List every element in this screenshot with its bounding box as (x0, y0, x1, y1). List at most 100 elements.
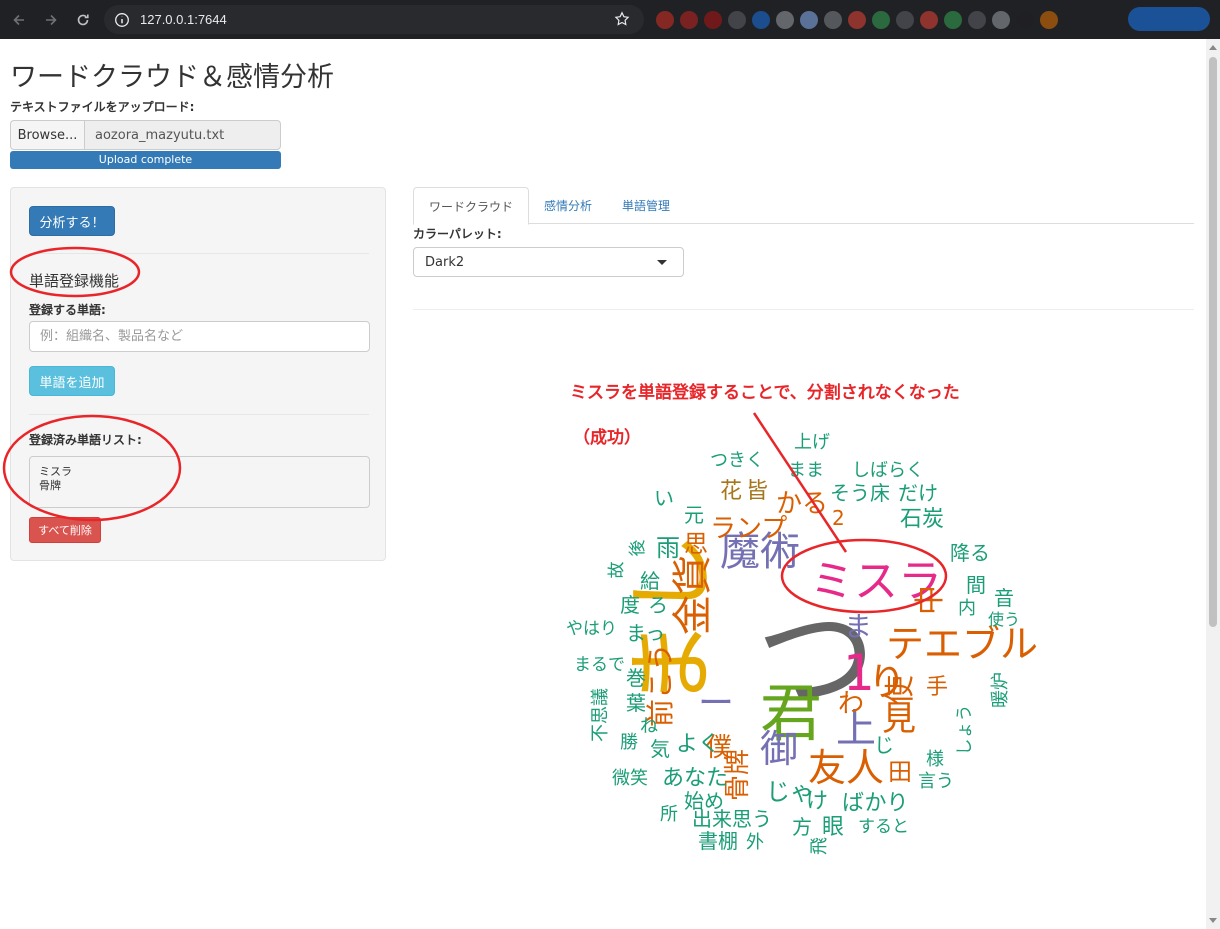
palette-label: カラーパレット: (413, 227, 502, 241)
scroll-up-icon[interactable] (1209, 45, 1217, 50)
extension-icon[interactable] (848, 10, 866, 29)
scroll-down-icon[interactable] (1209, 918, 1217, 923)
address-bar[interactable]: 127.0.0.1:7644 (104, 5, 644, 34)
sidebar-panel: 分析する！ 単語登録機能 登録する単語: 単語を追加 登録済み単語リスト: ミス… (10, 187, 386, 561)
cloud-word: 飛 (809, 837, 830, 855)
extension-icon[interactable] (992, 10, 1010, 29)
cloud-word: 度 (620, 593, 640, 617)
extension-icon[interactable] (1016, 10, 1034, 29)
cloud-word: 不思議 (590, 688, 611, 742)
cloud-word: まっ (626, 621, 665, 645)
extension-icon[interactable] (920, 10, 938, 29)
cloud-word: しょう (955, 705, 975, 756)
cloud-word: 微笑 (612, 768, 648, 789)
extension-icon[interactable] (824, 10, 842, 29)
extension-icon[interactable] (704, 10, 722, 29)
page-scrollbar[interactable] (1206, 39, 1220, 929)
cloud-word: ばかり (842, 791, 908, 816)
cloud-word: 手 (926, 675, 948, 700)
cloud-word: まるで (574, 655, 625, 675)
extension-icon[interactable] (896, 10, 914, 29)
cloud-word: 葉 (626, 691, 646, 715)
page-title: ワードクラウド＆感情分析 (10, 62, 334, 93)
site-info-icon[interactable] (114, 12, 130, 28)
cloud-word: わ (838, 689, 864, 719)
extension-icon[interactable] (776, 10, 794, 29)
upload-progress-bar: Upload complete (10, 151, 281, 169)
add-word-button[interactable]: 単語を追加 (29, 366, 115, 396)
extension-icon[interactable] (968, 10, 986, 29)
cloud-word: 音 (994, 586, 1014, 610)
cloud-word: 皆 (746, 479, 768, 504)
divider (413, 309, 1194, 310)
palette-selected-value: Dark2 (425, 254, 465, 270)
profile-button[interactable] (1128, 7, 1210, 31)
back-icon[interactable] (6, 7, 32, 33)
cloud-word: 巻 (626, 666, 646, 690)
cloud-word: 暖炉 (990, 672, 1011, 708)
extension-icons (656, 0, 1058, 39)
cloud-word: 田 (888, 758, 912, 786)
cloud-word: け (806, 789, 828, 814)
cloud-word: 上げ (794, 432, 830, 453)
extension-icon[interactable] (872, 10, 890, 29)
tab-sentiment[interactable]: 感情分析 (529, 187, 607, 224)
file-name-field: aozora_mazyutu.txt (84, 120, 281, 150)
delete-all-button[interactable]: すべて削除 (29, 517, 101, 543)
cloud-word: まま (788, 460, 824, 481)
forward-icon[interactable] (38, 7, 64, 33)
upload-label: テキストファイルをアップロード: (10, 100, 195, 114)
extension-icon[interactable] (800, 10, 818, 29)
extension-icon[interactable] (1040, 10, 1058, 29)
cloud-word: ま (844, 610, 872, 643)
cloud-word: 勝 (620, 732, 638, 753)
cloud-word: 降る (950, 541, 990, 565)
word-cloud: つ まし 君 ミスラ 魔術 金貨 テエブル 1 り 友人 上 御 見 ー わ 前… (566, 432, 1038, 855)
extension-icon[interactable] (728, 10, 746, 29)
cloud-word: 使う (988, 610, 1020, 629)
cloud-word: あなた (662, 766, 728, 791)
cloud-word: そう (830, 481, 870, 505)
cloud-word: 床 (870, 481, 890, 505)
cloud-word: 金貨 (670, 555, 716, 635)
cloud-word: じ (874, 733, 894, 757)
cloud-word: 後 (628, 540, 648, 557)
cloud-word: 所 (660, 804, 678, 825)
cloud-word: 花 (720, 479, 742, 504)
cloud-word: やはり (566, 619, 617, 639)
bookmark-star-icon[interactable] (614, 11, 630, 27)
divider (29, 414, 369, 415)
cloud-word: 眼 (822, 815, 844, 840)
extension-icon[interactable] (680, 10, 698, 29)
cloud-word: 雨 (656, 534, 680, 562)
word-input[interactable] (29, 321, 370, 352)
cloud-word: 外 (746, 832, 764, 853)
tab-wordcloud[interactable]: ワードクラウド (413, 187, 530, 225)
scrollbar-thumb[interactable] (1209, 57, 1217, 627)
cloud-word: つきく (710, 450, 764, 471)
palette-select[interactable]: Dark2 (413, 247, 684, 277)
cloud-word: 気 (650, 737, 670, 761)
extension-icon[interactable] (752, 10, 770, 29)
reload-icon[interactable] (70, 7, 96, 33)
extension-icon[interactable] (944, 10, 962, 29)
word-registration-title: 単語登録機能 (29, 272, 120, 290)
list-item: 骨牌 (39, 479, 61, 492)
word-input-label: 登録する単語: (29, 303, 106, 317)
browse-button[interactable]: Browse... (10, 120, 84, 150)
cloud-word: ー (698, 683, 734, 724)
list-item: ミスラ (39, 465, 72, 478)
cloud-word: 友人 (808, 746, 884, 790)
cloud-word: ね (640, 716, 658, 737)
tab-bar: ワードクラウド 感情分析 単語管理 (413, 187, 1194, 225)
registered-word-list: ミスラ 骨牌 (29, 456, 370, 508)
cloud-word: ろ (648, 593, 668, 617)
cloud-word: 様 (926, 749, 944, 770)
tab-word-management[interactable]: 単語管理 (607, 187, 685, 224)
extension-icon[interactable] (656, 10, 674, 29)
cloud-word: よく (676, 732, 720, 757)
cloud-word: 石炭 (900, 507, 944, 532)
cloud-word: しばらく (852, 460, 924, 481)
analyze-button[interactable]: 分析する！ (29, 206, 115, 236)
cloud-word: い (654, 486, 674, 510)
